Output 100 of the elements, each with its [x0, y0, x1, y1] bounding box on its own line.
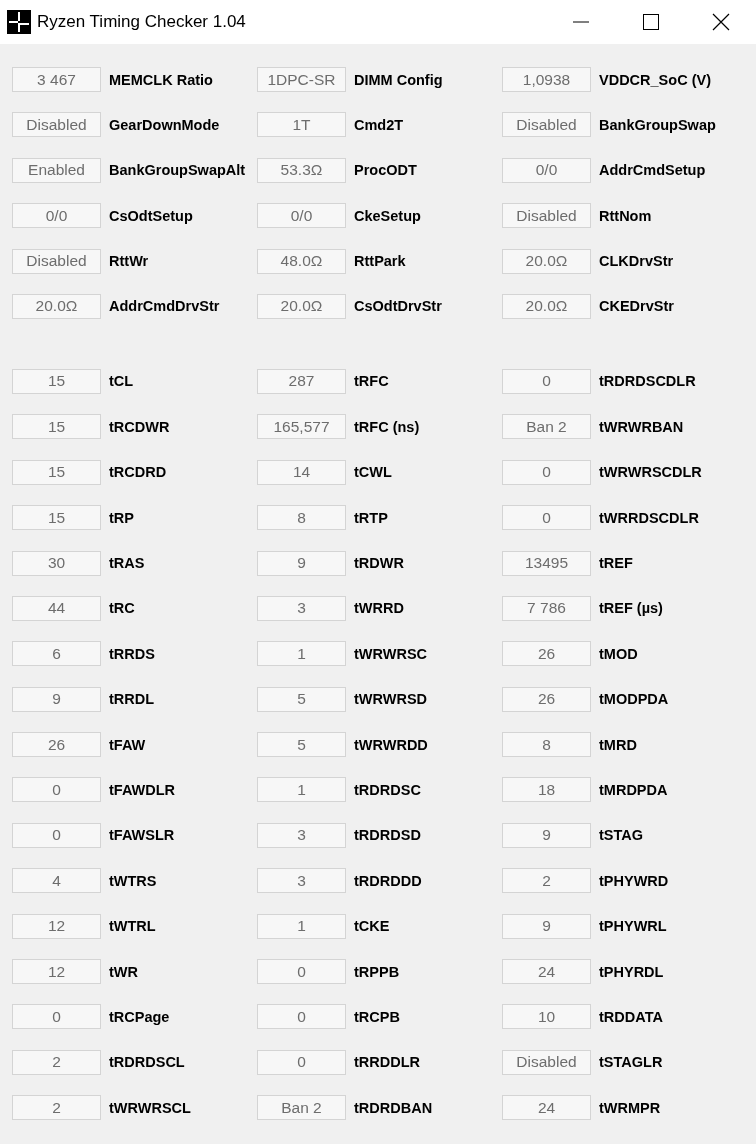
value-field[interactable]: 0/0 — [12, 203, 101, 229]
field-label: tRAS — [109, 555, 145, 571]
field-label: tMOD — [599, 645, 638, 662]
value-field[interactable]: 15 — [12, 414, 101, 440]
value-field[interactable]: 0 — [502, 368, 591, 394]
value-field[interactable]: 26 — [502, 641, 591, 667]
field-label: BankGroupSwap — [599, 116, 716, 133]
value-field[interactable]: 0 — [502, 505, 591, 531]
value-field[interactable]: 14 — [257, 459, 346, 485]
value-field[interactable]: 4 — [12, 868, 101, 894]
field-label: tRDRDSCDLR — [599, 373, 696, 390]
value-field[interactable]: 53.3Ω — [257, 157, 346, 183]
value-field[interactable]: 1T — [257, 112, 346, 138]
value-field[interactable]: 30 — [12, 550, 101, 576]
value-field[interactable]: 1,0938 — [502, 67, 591, 92]
field-label: DIMM Config — [354, 71, 443, 88]
value-field[interactable]: 20.0Ω — [502, 293, 591, 319]
value-field[interactable]: 1 — [257, 913, 346, 939]
value-field[interactable]: 48.0Ω — [257, 248, 346, 274]
value-field[interactable]: 26 — [12, 732, 101, 758]
field-label: tRDRDBAN — [354, 1099, 433, 1116]
value-field[interactable]: 8 — [257, 505, 346, 531]
value-field[interactable]: 0 — [12, 1004, 101, 1030]
value-field[interactable]: 5 — [257, 686, 346, 712]
value-field[interactable]: Disabled — [502, 112, 591, 138]
value-field[interactable]: 5 — [257, 732, 346, 758]
field-label: RttPark — [354, 253, 406, 270]
value-field[interactable]: 3 — [257, 868, 346, 894]
value-field[interactable]: 13495 — [502, 550, 591, 576]
field-label: tRCPage — [109, 1008, 170, 1025]
value-field[interactable]: 3 467 — [12, 67, 101, 92]
value-field[interactable]: 3 — [257, 822, 346, 848]
field-label: tRFC — [354, 373, 389, 390]
value-field[interactable]: 15 — [12, 368, 101, 394]
field-label: tRFC (ns) — [354, 418, 420, 435]
value-field[interactable]: 20.0Ω — [502, 248, 591, 274]
value-field[interactable]: 0/0 — [257, 203, 346, 229]
value-field[interactable]: 26 — [502, 686, 591, 712]
value-field[interactable]: 9 — [12, 686, 101, 712]
field-label: tCWL — [354, 464, 392, 481]
value-field[interactable]: Disabled — [12, 248, 101, 274]
field-label: BankGroupSwapAlt — [109, 162, 246, 179]
value-field[interactable]: 287 — [257, 368, 346, 394]
value-field[interactable]: Disabled — [502, 203, 591, 229]
value-field[interactable]: 0 — [12, 822, 101, 848]
value-field[interactable]: 20.0Ω — [12, 293, 101, 319]
value-field[interactable]: 44 — [12, 595, 101, 621]
value-field[interactable]: 15 — [12, 505, 101, 531]
field-label: tREF — [599, 555, 633, 571]
value-field[interactable]: 0 — [257, 1049, 346, 1075]
value-field[interactable]: 2 — [502, 868, 591, 894]
field-label: ProcODT — [354, 162, 417, 179]
value-field[interactable]: 2 — [12, 1049, 101, 1075]
value-field[interactable]: 1DPC-SR — [257, 67, 346, 92]
value-field[interactable]: Disabled — [12, 112, 101, 138]
field-label: tSTAG — [599, 827, 644, 844]
value-field[interactable]: 9 — [502, 822, 591, 848]
value-field[interactable]: 12 — [12, 959, 101, 985]
field-label: tRPPB — [354, 963, 400, 980]
value-field[interactable]: 12 — [12, 913, 101, 939]
value-field[interactable]: 7 786 — [502, 595, 591, 621]
field-label: tRDWR — [354, 555, 404, 571]
value-field[interactable]: 9 — [502, 913, 591, 939]
field-label: tCL — [109, 373, 134, 390]
value-field[interactable]: 15 — [12, 459, 101, 485]
value-field[interactable]: 1 — [257, 777, 346, 803]
field-label: tWRMPR — [599, 1099, 661, 1116]
field-label: tRCPB — [354, 1008, 400, 1025]
value-field[interactable]: 1 — [257, 641, 346, 667]
field-label: tWRWRBAN — [599, 418, 684, 435]
close-icon — [712, 13, 730, 31]
value-field[interactable]: 2 — [12, 1095, 101, 1121]
value-field[interactable]: 20.0Ω — [257, 293, 346, 319]
value-field[interactable]: Ban 2 — [257, 1095, 346, 1121]
value-field[interactable]: 10 — [502, 1004, 591, 1030]
field-label: tWRWRSCL — [109, 1099, 191, 1116]
value-field[interactable]: 6 — [12, 641, 101, 667]
field-label: tCKE — [354, 918, 390, 935]
field-label: tFAW — [109, 736, 146, 753]
value-field[interactable]: 165,577 — [257, 414, 346, 440]
value-field[interactable]: 0 — [257, 1004, 346, 1030]
value-field[interactable]: 8 — [502, 732, 591, 758]
field-label: CLKDrvStr — [599, 253, 674, 270]
value-field[interactable]: Ban 2 — [502, 414, 591, 440]
field-label: tRRDDLR — [354, 1054, 421, 1071]
value-field[interactable]: 3 — [257, 595, 346, 621]
value-field[interactable]: Disabled — [502, 1049, 591, 1075]
value-field[interactable]: Enabled — [12, 157, 101, 183]
field-label: tRCDWR — [109, 418, 170, 435]
field-label: tMODPDA — [599, 691, 669, 708]
value-field[interactable]: 18 — [502, 777, 591, 803]
field-label: tFAWDLR — [109, 781, 176, 798]
value-field[interactable]: 24 — [502, 959, 591, 985]
value-field[interactable]: 0/0 — [502, 157, 591, 183]
value-field[interactable]: 24 — [502, 1095, 591, 1121]
value-field[interactable]: 0 — [257, 959, 346, 985]
value-field[interactable]: 0 — [502, 459, 591, 485]
value-field[interactable]: 0 — [12, 777, 101, 803]
field-label: tRCDRD — [109, 464, 167, 481]
value-field[interactable]: 9 — [257, 550, 346, 576]
